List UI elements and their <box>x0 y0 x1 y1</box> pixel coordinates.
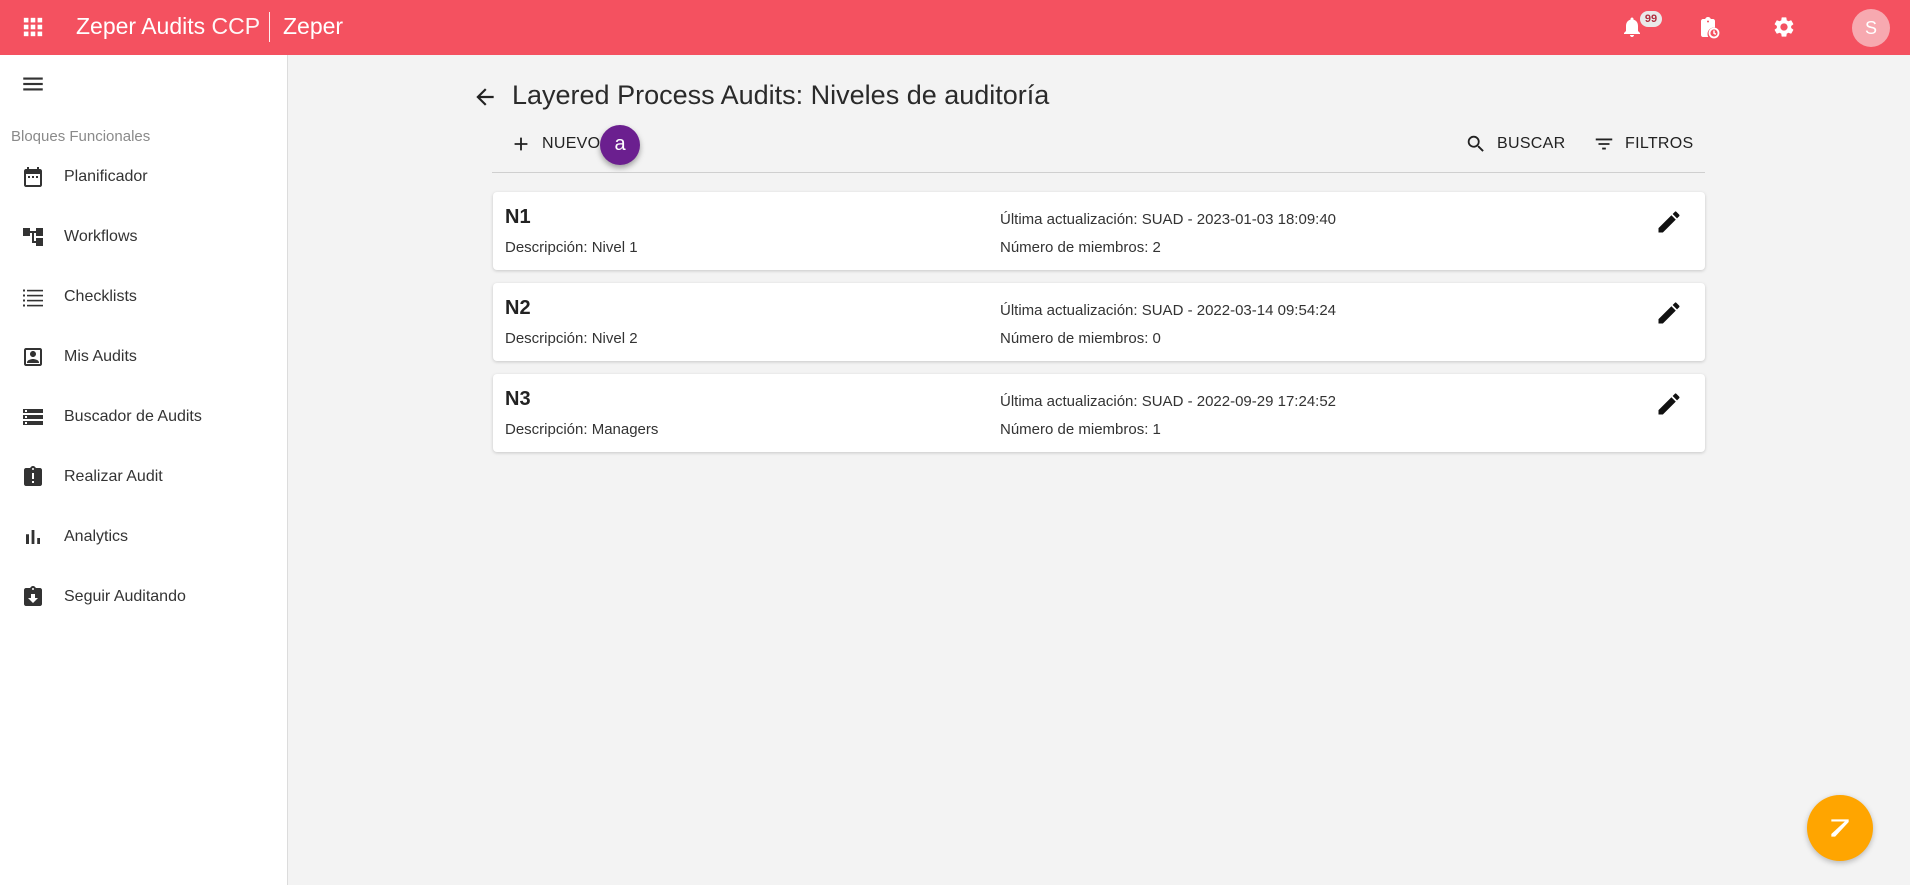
clipboard-download-icon <box>24 586 42 606</box>
sidebar-item-buscador-de-audits[interactable]: Buscador de Audits <box>0 393 287 441</box>
step-marker-badge: a <box>600 125 640 165</box>
level-card: N3 Descripción: Managers Última actualiz… <box>493 374 1705 452</box>
sidebar-item-analytics[interactable]: Analytics <box>0 513 287 561</box>
sidebar-item-label: Mis Audits <box>64 348 137 365</box>
bar-chart-icon <box>26 530 40 544</box>
filters-button[interactable]: FILTROS <box>1593 127 1693 161</box>
sidebar-item-label: Workflows <box>64 228 138 245</box>
hamburger-menu-icon[interactable] <box>20 71 46 97</box>
level-card: N1 Descripción: Nivel 1 Última actualiza… <box>493 192 1705 270</box>
account-box-icon <box>24 348 42 366</box>
calendar-icon <box>24 167 42 187</box>
sidebar-item-checklists[interactable]: Checklists <box>0 273 287 321</box>
tenant-name: Zeper <box>283 13 344 39</box>
level-description: Descripción: Nivel 2 <box>505 330 638 347</box>
storage-list-icon <box>23 409 43 425</box>
checklist-icon <box>23 289 43 307</box>
help-chat-button[interactable] <box>1807 795 1873 861</box>
clipboard-clock-icon[interactable] <box>1697 15 1721 39</box>
level-last-updated: Última actualización: SUAD - 2023-01-03 … <box>1000 211 1337 228</box>
level-description: Descripción: Nivel 1 <box>505 239 638 256</box>
sidebar-item-workflows[interactable]: Workflows <box>0 213 287 261</box>
search-button-label: BUSCAR <box>1497 135 1566 152</box>
toolbar-divider <box>492 172 1705 173</box>
apps-grid-icon[interactable] <box>22 16 44 38</box>
level-member-count: Número de miembros: 0 <box>1000 330 1161 347</box>
edit-pencil-icon[interactable] <box>1655 208 1683 236</box>
sidebar-item-label: Analytics <box>64 528 129 545</box>
level-code: N2 <box>505 297 531 319</box>
brand-name: Zeper Audits <box>76 13 206 39</box>
sidebar-navigation: Bloques Funcionales Planificador Workflo… <box>0 55 288 885</box>
zendesk-logo-icon <box>1831 819 1849 837</box>
user-avatar[interactable]: S <box>1852 9 1890 47</box>
clipboard-alert-icon <box>24 466 42 486</box>
page-title: Layered Process Audits: Niveles de audit… <box>512 80 1050 110</box>
level-description: Descripción: Managers <box>505 421 659 438</box>
settings-gear-icon[interactable] <box>1772 15 1796 39</box>
level-code: N3 <box>505 388 531 410</box>
sidebar-item-mis-audits[interactable]: Mis Audits <box>0 333 287 381</box>
sidebar-item-label: Realizar Audit <box>64 468 163 485</box>
level-member-count: Número de miembros: 2 <box>1000 239 1161 256</box>
sidebar-item-label: Seguir Auditando <box>64 588 186 605</box>
top-app-bar: Zeper Audits CCP Zeper 99 S <box>0 0 1910 55</box>
app-brand[interactable]: Zeper Audits CCP <box>76 13 260 40</box>
edit-pencil-icon[interactable] <box>1655 299 1683 327</box>
level-member-count: Número de miembros: 1 <box>1000 421 1161 438</box>
workflow-icon <box>23 228 43 246</box>
search-button[interactable]: BUSCAR <box>1465 127 1565 161</box>
filter-lines-icon <box>1595 138 1613 150</box>
notification-count-badge: 99 <box>1640 11 1662 27</box>
sidebar-section-title: Bloques Funcionales <box>11 128 151 145</box>
level-last-updated: Última actualización: SUAD - 2022-09-29 … <box>1000 393 1337 410</box>
filters-button-label: FILTROS <box>1625 135 1694 152</box>
level-last-updated: Última actualización: SUAD - 2022-03-14 … <box>1000 302 1337 319</box>
search-icon <box>1467 135 1484 152</box>
sidebar-item-planificador[interactable]: Planificador <box>0 153 287 201</box>
brand-suffix: CCP <box>205 13 261 39</box>
sidebar-item-label: Planificador <box>64 168 148 185</box>
level-card: N2 Descripción: Nivel 2 Última actualiza… <box>493 283 1705 361</box>
sidebar-item-label: Checklists <box>64 288 137 305</box>
sidebar-item-seguir-auditando[interactable]: Seguir Auditando <box>0 573 287 621</box>
new-button-label: NUEVO <box>542 135 601 152</box>
level-code: N1 <box>505 206 531 228</box>
sidebar-item-label: Buscador de Audits <box>64 408 202 425</box>
new-button[interactable]: NUEVO <box>510 127 600 161</box>
back-arrow-icon[interactable] <box>472 84 498 110</box>
brand-divider <box>269 12 270 42</box>
edit-pencil-icon[interactable] <box>1655 390 1683 418</box>
plus-icon <box>514 137 528 151</box>
sidebar-item-realizar-audit[interactable]: Realizar Audit <box>0 453 287 501</box>
